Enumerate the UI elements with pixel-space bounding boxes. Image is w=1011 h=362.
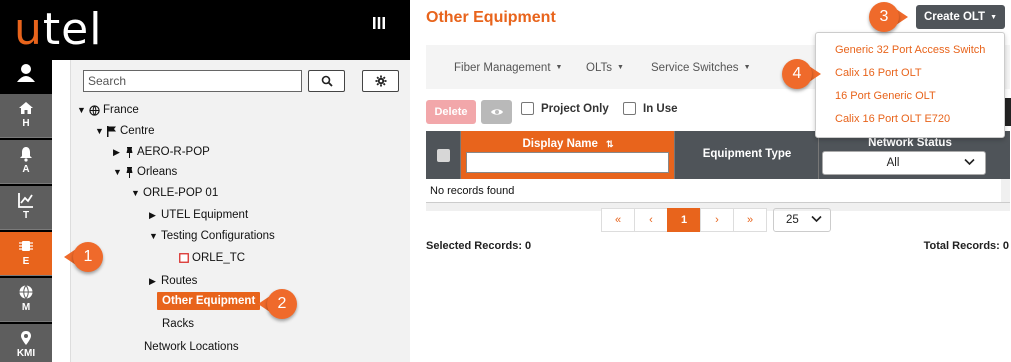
menu-item-generic-32-port-access-switch[interactable]: Generic 32 Port Access Switch <box>835 44 985 56</box>
selected-records-count: Selected Records: 0 <box>426 240 532 252</box>
tree-node-orleans[interactable]: ▼ Orleans <box>113 166 177 178</box>
page-title: Other Equipment <box>426 9 556 26</box>
display-name-filter-input[interactable] <box>466 152 669 173</box>
next-page-button[interactable]: › <box>700 208 734 232</box>
tree-node-network-locations[interactable]: Network Locations <box>144 341 239 353</box>
gear-icon <box>375 75 386 87</box>
caret-right-icon[interactable]: ▶ <box>149 276 161 287</box>
caret-down-icon[interactable]: ▼ <box>77 105 89 115</box>
project-only-checkbox[interactable]: Project Only <box>521 102 609 115</box>
search-button[interactable] <box>308 70 345 92</box>
bell-icon <box>0 146 52 164</box>
create-olt-menu: Generic 32 Port Access Switch Calix 16 P… <box>815 32 1005 138</box>
globe-icon <box>0 284 52 302</box>
tree-node-racks[interactable]: Racks <box>162 318 194 330</box>
delete-button[interactable]: Delete <box>426 100 476 124</box>
total-records-count: Total Records: 0 <box>923 240 1009 252</box>
menu-toggle-icon[interactable] <box>372 16 386 35</box>
flag-icon <box>107 125 117 137</box>
rail-item-equipment[interactable]: E <box>0 232 52 276</box>
caret-down-icon: ▼ <box>555 64 563 72</box>
subnav-fiber-management[interactable]: Fiber Management ▼ <box>454 62 562 74</box>
tree-node-utel-equipment[interactable]: ▶ UTEL Equipment <box>149 209 248 221</box>
eye-icon <box>490 109 503 115</box>
caret-down-icon[interactable]: ▼ <box>95 126 107 136</box>
tree-node-routes[interactable]: ▶ Routes <box>149 275 197 287</box>
equipment-grid: Display Name ⇅ Equipment Type Network Sta… <box>426 131 1010 211</box>
column-network-status[interactable]: Network Status All <box>819 131 1001 179</box>
first-page-button[interactable]: « <box>601 208 635 232</box>
grid-header: Display Name ⇅ Equipment Type Network Sta… <box>426 131 1010 179</box>
search-input[interactable] <box>83 70 302 92</box>
create-olt-button[interactable]: Create OLT ▼ <box>916 5 1005 29</box>
sort-icon[interactable]: ⇅ <box>606 139 614 149</box>
step-callout-2: 2 <box>258 289 297 319</box>
subnav-service-switches[interactable]: Service Switches ▼ <box>651 62 751 74</box>
tree-node-aero-r-pop[interactable]: ▶ AERO-R-POP <box>113 146 210 158</box>
search-icon <box>321 75 333 87</box>
rail-item-map[interactable]: M <box>0 278 52 322</box>
network-status-select[interactable]: All <box>822 151 986 175</box>
rail-item-trends[interactable]: T <box>0 186 52 230</box>
step-callout-3: 3 <box>869 2 908 32</box>
caret-down-icon: ▼ <box>743 64 751 72</box>
rail-item-alerts[interactable]: A <box>0 140 52 184</box>
chip-icon <box>0 238 52 256</box>
tree-node-testing-configurations[interactable]: ▼ Testing Configurations <box>149 230 275 242</box>
last-page-button[interactable]: » <box>733 208 767 232</box>
view-button[interactable] <box>481 100 512 124</box>
menu-item-calix-16-port-olt-e720[interactable]: Calix 16 Port OLT E720 <box>835 113 950 125</box>
column-display-name[interactable]: Display Name ⇅ <box>461 131 675 179</box>
chart-icon <box>0 192 52 210</box>
left-rail: H A T E M KMI <box>0 60 52 362</box>
empty-row: No records found <box>426 179 1010 203</box>
in-use-checkbox[interactable]: In Use <box>623 102 678 115</box>
square-outline-icon <box>179 253 189 263</box>
tree-node-orle-pop-01[interactable]: ▼ ORLE-POP 01 <box>131 187 218 199</box>
utel-logo: utel <box>14 4 103 55</box>
globe-icon <box>89 104 100 116</box>
previous-page-button[interactable]: ‹ <box>634 208 668 232</box>
pagination: « ‹ 1 › » <box>601 208 767 232</box>
page-1-button[interactable]: 1 <box>667 208 701 232</box>
user-icon[interactable] <box>0 60 52 94</box>
subnav-olts[interactable]: OLTs ▼ <box>586 62 624 74</box>
menu-item-16-port-generic-olt[interactable]: 16 Port Generic OLT <box>835 90 936 102</box>
select-all-checkbox[interactable] <box>437 149 450 162</box>
chevron-down-icon <box>811 215 822 223</box>
tree-node-centre[interactable]: ▼ Centre <box>95 125 155 137</box>
page-size-select[interactable]: 25 <box>773 208 831 232</box>
settings-button[interactable] <box>362 70 399 92</box>
checkbox-box[interactable] <box>623 102 636 115</box>
caret-down-icon: ▼ <box>990 13 998 21</box>
pushpin-icon <box>125 146 134 158</box>
select-all-cell <box>426 131 461 179</box>
pushpin-icon <box>125 166 134 178</box>
caret-down-icon[interactable]: ▼ <box>149 231 161 241</box>
app-header: utel <box>0 0 410 60</box>
tree-node-france[interactable]: ▼ France <box>77 104 139 116</box>
caret-down-icon: ▼ <box>617 64 624 72</box>
step-callout-4: 4 <box>782 59 821 89</box>
tree-node-other-equipment[interactable]: Other Equipment <box>157 292 261 310</box>
chevron-down-icon <box>964 158 975 166</box>
caret-down-icon[interactable]: ▼ <box>113 167 125 177</box>
column-equipment-type[interactable]: Equipment Type <box>675 131 819 179</box>
tree-node-orle-tc[interactable]: ORLE_TC <box>179 252 245 264</box>
rail-item-kmi[interactable]: KMI <box>0 324 52 362</box>
checkbox-box[interactable] <box>521 102 534 115</box>
caret-right-icon[interactable]: ▶ <box>149 210 161 221</box>
pin-icon <box>0 330 52 348</box>
caret-down-icon[interactable]: ▼ <box>131 188 143 198</box>
caret-right-icon[interactable]: ▶ <box>113 147 125 158</box>
step-callout-1: 1 <box>64 242 103 272</box>
rail-item-home[interactable]: H <box>0 94 52 138</box>
menu-item-calix-16-port-olt[interactable]: Calix 16 Port OLT <box>835 67 922 79</box>
tree-panel: ▼ France ▼ Centre ▶ AERO-R-POP ▼ Orleans… <box>70 60 410 362</box>
home-icon <box>0 100 52 118</box>
